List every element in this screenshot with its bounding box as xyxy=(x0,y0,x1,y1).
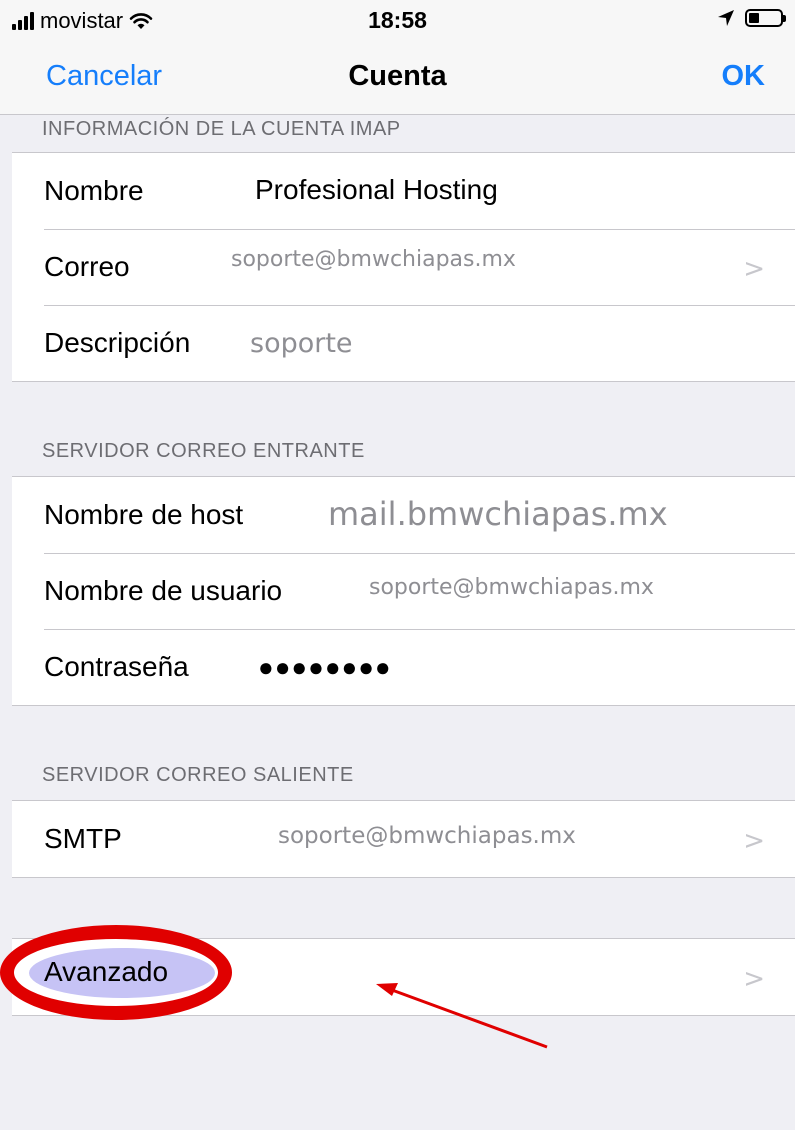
annotation-arrow xyxy=(376,983,548,1049)
